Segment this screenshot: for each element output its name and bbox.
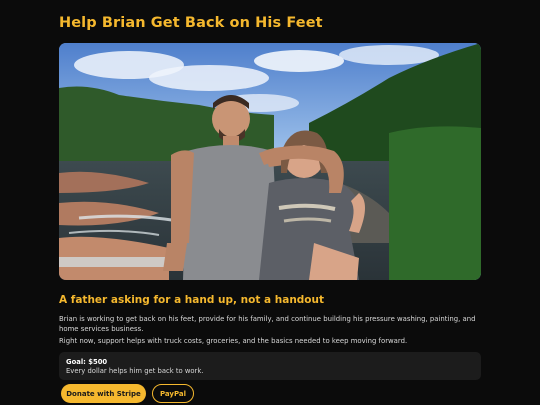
section-heading: A father asking for a hand up, not a han… <box>59 294 325 306</box>
support-paragraph: Right now, support helps with truck cost… <box>59 337 408 345</box>
goal-card: Goal: $500 Every dollar helps him get ba… <box>59 352 481 380</box>
fundraiser-page: Help Brian Get Back on His Feet A father… <box>0 0 540 405</box>
page-title: Help Brian Get Back on His Feet <box>59 15 323 31</box>
goal-description: Every dollar helps him get back to work. <box>66 366 204 375</box>
goal-amount: Goal: $500 <box>66 358 108 366</box>
description-paragraph: Brian is working to get back on his feet… <box>59 315 476 333</box>
paypal-button[interactable]: PayPal <box>152 384 194 403</box>
hero-photo <box>59 43 481 280</box>
hero-photo-illustration <box>59 43 481 280</box>
donate-stripe-button[interactable]: Donate with Stripe <box>61 384 146 403</box>
